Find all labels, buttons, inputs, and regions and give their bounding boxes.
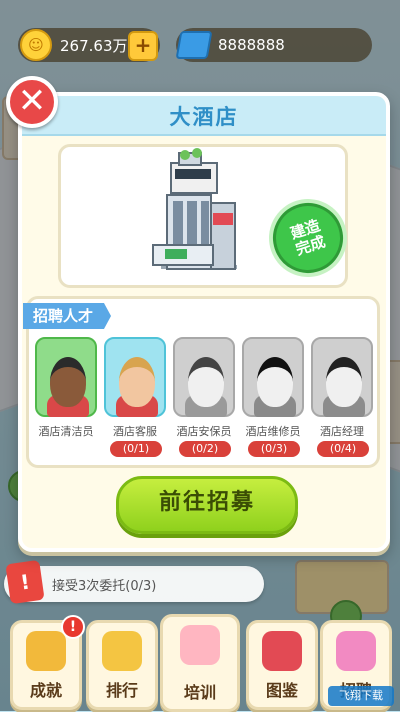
staff-name: 酒店维修员 [245, 425, 301, 438]
nav-crown[interactable]: 排行 [86, 620, 158, 710]
hotel-modal: 大酒店 建造 完成 招聘人才 酒店清洁员 酒店客服 (0/1) 酒店安保员 (0/2) 酒… [18, 92, 390, 552]
book-icon [262, 631, 302, 671]
currency-bar: ☺ 267.63万 + 8888888 [6, 24, 394, 64]
watermark: 飞翔下载 [328, 686, 394, 706]
staff-avatar [173, 337, 235, 417]
staff-card[interactable]: 酒店维修员 (0/3) [242, 337, 304, 457]
close-button[interactable]: ✕ [6, 76, 58, 128]
gem-icon [175, 31, 213, 59]
modal-title: 大酒店 [169, 105, 239, 129]
task-text: 接受3次委托(0/3) [52, 579, 157, 594]
staff-avatar [104, 337, 166, 417]
building-preview: 建造 完成 [58, 144, 358, 288]
crown-icon [102, 631, 142, 671]
staff-card[interactable]: 酒店客服 (0/1) [104, 337, 166, 457]
modal-header: 大酒店 [22, 96, 386, 136]
talent-section-label: 招聘人才 [23, 303, 112, 329]
staff-name: 酒店安保员 [176, 425, 232, 438]
staff-card[interactable]: 酒店经理 (0/4) [311, 337, 373, 457]
staff-name: 酒店经理 [320, 425, 364, 438]
trophy-icon [26, 631, 66, 671]
staff-count-badge: (0/3) [248, 441, 300, 457]
nav-trainees[interactable]: 培训 [160, 614, 240, 712]
add-coins-button[interactable]: + [128, 31, 158, 61]
task-banner[interactable]: ! 接受3次委托(0/3) [4, 559, 264, 605]
close-icon: ✕ [17, 81, 47, 121]
staff-count-badge: (0/2) [179, 441, 231, 457]
trainees-icon [180, 625, 220, 665]
nav-label: 培训 [183, 683, 216, 702]
staff-avatar [311, 337, 373, 417]
nav-label: 成就 [29, 681, 62, 700]
staff-count-badge: (0/1) [110, 441, 162, 457]
staff-name: 酒店清洁员 [38, 425, 94, 438]
nav-trophy[interactable]: 成就! [10, 615, 85, 710]
staff-card[interactable]: 酒店清洁员 [35, 337, 97, 438]
staff-avatar [242, 337, 304, 417]
coin-counter: ☺ 267.63万 + [18, 28, 160, 62]
nav-label: 排行 [105, 681, 138, 700]
gem-counter: 8888888 [175, 28, 372, 62]
staff-avatar [35, 337, 97, 417]
staff-count-badge: (0/4) [317, 441, 369, 457]
staff-name: 酒店客服 [113, 425, 157, 438]
coin-icon: ☺ [20, 29, 52, 61]
coin-amount: 267.63万 [60, 36, 128, 55]
notification-badge: ! [61, 615, 85, 639]
gift-icon [336, 631, 376, 671]
recruit-button[interactable]: 前往招募 [116, 476, 298, 534]
nav-book[interactable]: 图鉴 [246, 620, 318, 710]
staff-card[interactable]: 酒店安保员 (0/2) [173, 337, 235, 457]
nav-label: 图鉴 [265, 681, 298, 700]
gem-amount: 8888888 [218, 36, 285, 54]
task-alert-icon: ! [5, 559, 45, 605]
talent-panel: 招聘人才 酒店清洁员 酒店客服 (0/1) 酒店安保员 (0/2) 酒店维修员 (0/3) 酒… [23, 296, 380, 468]
